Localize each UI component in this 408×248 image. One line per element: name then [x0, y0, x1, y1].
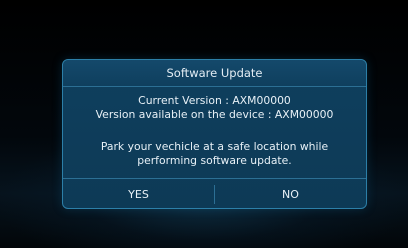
message-line-1: Park your vechicle at a safe location wh…: [100, 140, 329, 153]
no-button-label: NO: [282, 188, 299, 201]
warning-message: Park your vechicle at a safe location wh…: [63, 140, 366, 168]
yes-button-label: YES: [128, 188, 149, 201]
available-version-text: Version available on the device : AXM000…: [95, 108, 334, 121]
dialog-title: Software Update: [166, 66, 263, 80]
dialog-button-row: YES NO: [63, 178, 366, 210]
message-line-2: performing software update.: [137, 154, 292, 167]
yes-button[interactable]: YES: [63, 179, 214, 210]
software-update-dialog: Software Update Current Version : AXM000…: [62, 59, 367, 209]
no-button[interactable]: NO: [215, 179, 366, 210]
version-info: Current Version : AXM00000 Version avail…: [63, 94, 366, 122]
dialog-header: Software Update: [63, 60, 366, 87]
current-version-text: Current Version : AXM00000: [138, 94, 291, 107]
infotainment-screen: Software Update Current Version : AXM000…: [0, 0, 408, 248]
